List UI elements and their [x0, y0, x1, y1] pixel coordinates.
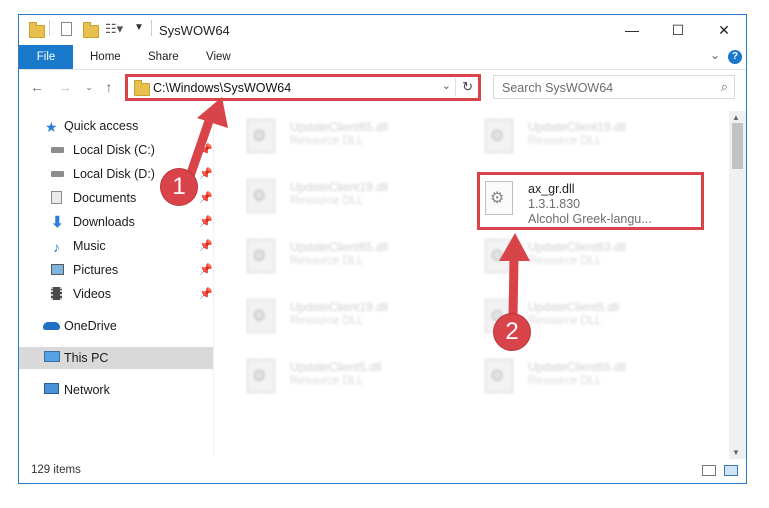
annotation-overlay — [183, 97, 530, 323]
arrow-1 — [183, 97, 228, 187]
step-marker-2: 2 — [494, 314, 530, 350]
step-marker-1: 1 — [161, 169, 197, 205]
arrow-2 — [499, 233, 530, 323]
